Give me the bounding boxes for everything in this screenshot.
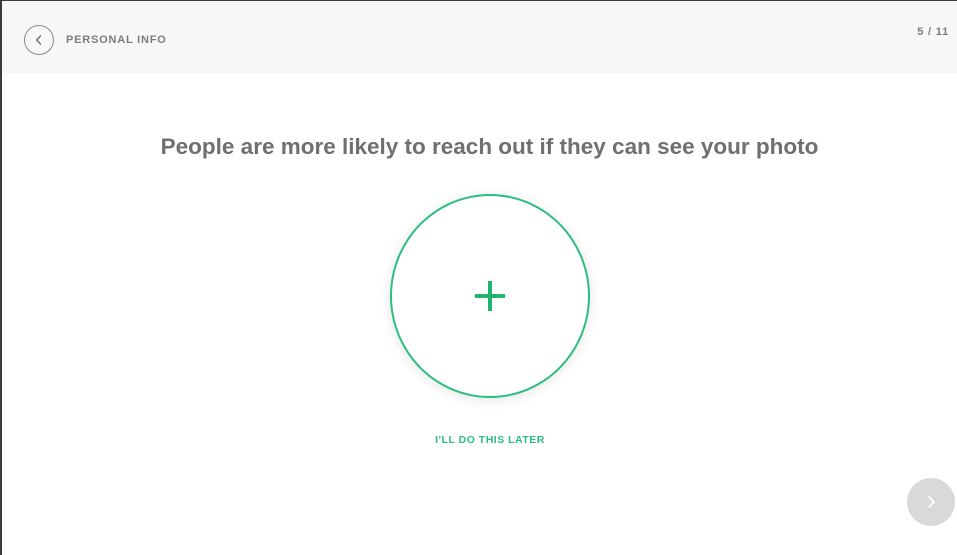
plus-icon xyxy=(475,281,505,311)
next-button[interactable] xyxy=(907,478,955,526)
chevron-right-icon xyxy=(928,496,935,508)
app-frame: PERSONAL INFO 5 / 11 People are more lik… xyxy=(0,0,957,555)
page-title: PERSONAL INFO xyxy=(66,34,167,46)
step-counter: 5 / 11 xyxy=(917,26,949,38)
headline: People are more likely to reach out if t… xyxy=(160,134,819,159)
photo-upload-button[interactable] xyxy=(390,194,590,398)
chevron-left-icon xyxy=(35,35,42,45)
skip-link[interactable]: I'LL DO THIS LATER xyxy=(390,434,590,446)
header-bar: PERSONAL INFO 5 / 11 xyxy=(2,1,957,73)
back-button[interactable] xyxy=(24,25,54,55)
